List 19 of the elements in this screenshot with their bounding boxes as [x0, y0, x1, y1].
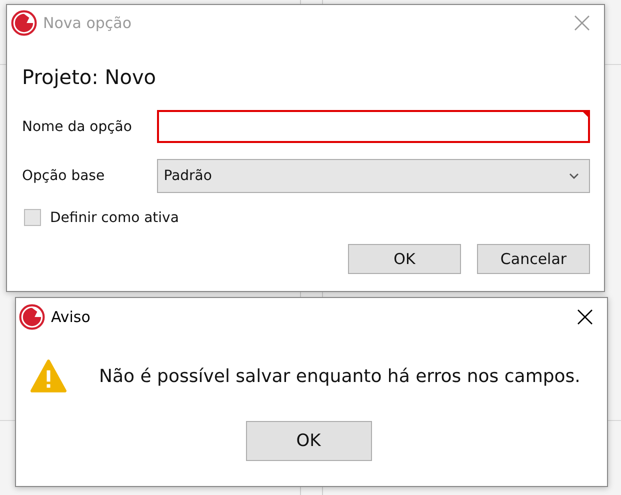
close-icon[interactable]	[577, 309, 593, 325]
field-label: Nome da opção	[22, 118, 133, 134]
app-logo-icon	[19, 304, 45, 330]
app-logo-icon	[11, 10, 37, 36]
window-title: Aviso	[51, 308, 92, 326]
warning-message: Não é possível salvar enquanto há erros nos campos.	[99, 366, 580, 387]
dialog-heading: Projeto: Novo	[22, 65, 158, 89]
dropdown[interactable]: Padrão	[156, 159, 590, 193]
chevron-down-icon	[569, 173, 579, 179]
window-title: Nova opção	[43, 14, 133, 32]
dialog-button[interactable]: Cancelar	[477, 244, 590, 274]
dialog-button[interactable]: OK	[348, 244, 461, 274]
warning-icon	[30, 358, 67, 395]
ok-button[interactable]: OK	[246, 421, 372, 461]
error-corner-icon	[581, 110, 590, 119]
input-field[interactable]	[156, 110, 590, 143]
field-label: Opção base	[22, 168, 106, 184]
checkbox-label[interactable]: Definir como ativa	[50, 210, 179, 226]
checkbox[interactable]	[24, 209, 41, 226]
